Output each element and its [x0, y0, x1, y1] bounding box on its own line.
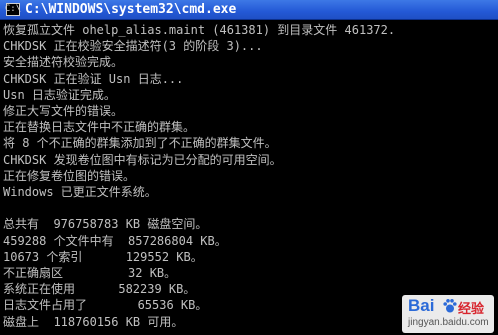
- console-line: 磁盘上 118760156 KB 可用。: [3, 314, 184, 329]
- window-title: C:\WINDOWS\system32\cmd.exe: [25, 2, 237, 17]
- console-line: 系统正在使用 582239 KB。: [3, 282, 196, 297]
- console-line: CHKDSK 正在校验安全描述符(3 的阶段 3)...: [3, 39, 263, 54]
- watermark-url: jingyan.baidu.com: [408, 317, 489, 328]
- console-line: 将 8 个不正确的群集添加到了不正确的群集文件。: [3, 136, 277, 151]
- console-line: CHKDSK 正在验证 Usn 日志...: [3, 71, 184, 86]
- console-line: 修正大写文件的错误。: [3, 104, 124, 118]
- baidu-watermark: Bai 经验 jingyan.baidu.com: [402, 295, 494, 333]
- cmd-window: C:\ C:\WINDOWS\system32\cmd.exe 恢复孤立文件 o…: [0, 0, 498, 335]
- console-line: 总共有 976758783 KB 磁盘空间。: [3, 217, 208, 232]
- console-line: Windows 已更正文件系统。: [3, 185, 157, 199]
- console-line: Usn 日志验证完成。: [3, 87, 116, 102]
- console-line: 恢复孤立文件 ohelp_alias.maint (461381) 到目录文件 …: [3, 23, 396, 37]
- title-bar[interactable]: C:\ C:\WINDOWS\system32\cmd.exe: [0, 0, 498, 20]
- baidu-paw-icon: [443, 299, 457, 313]
- console-line: 不正确扇区 32 KB。: [3, 266, 177, 280]
- console-line: 10673 个索引 129552 KB。: [3, 249, 203, 264]
- console-line: 459288 个文件中有 857286804 KB。: [3, 233, 227, 248]
- watermark-brand: Bai: [408, 296, 435, 315]
- console-line: CHKDSK 发现卷位图中有标记为已分配的可用空间。: [3, 152, 282, 167]
- cmd-icon[interactable]: C:\: [4, 3, 22, 16]
- console-line: 正在替换日志文件中不正确的群集。: [3, 120, 196, 135]
- console-output[interactable]: 恢复孤立文件 ohelp_alias.maint (461381) 到目录文件 …: [3, 22, 498, 335]
- watermark-sub: 经验: [458, 302, 485, 317]
- console-line: 安全描述符校验完成。: [3, 55, 124, 70]
- console-line: 日志文件占用了 65536 KB。: [3, 298, 208, 313]
- cmd-icon-glyph: C:\: [4, 4, 22, 14]
- console-line: 正在修复卷位图的错误。: [3, 168, 136, 183]
